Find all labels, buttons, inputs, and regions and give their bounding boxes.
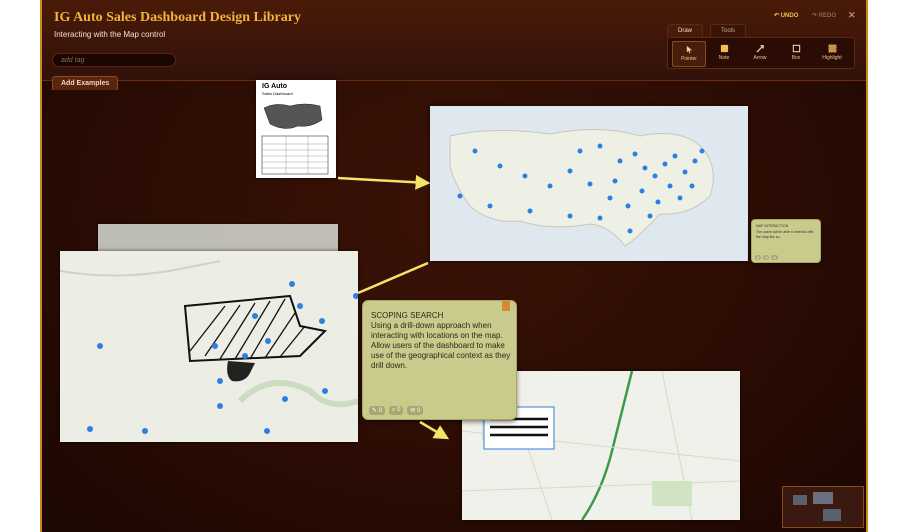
page-subtitle: Interacting with the Map control — [54, 30, 166, 39]
tool-highlight[interactable]: Highlight — [816, 41, 848, 65]
tool-note[interactable]: Note — [708, 41, 740, 65]
tab-tools[interactable]: Tools — [710, 24, 747, 37]
box-icon — [792, 44, 800, 53]
tag-input[interactable]: add tag — [52, 53, 176, 67]
connector-arrows — [337, 174, 450, 440]
redo-icon: ↷ — [812, 13, 819, 19]
page-title: IG Auto Sales Dashboard Design Library — [54, 10, 301, 25]
app-window: IG Auto Sales Dashboard Design Library I… — [40, 0, 868, 532]
note-icon — [720, 44, 728, 53]
pointer-icon — [686, 45, 692, 54]
undo-button[interactable]: ↶ UNDO — [774, 12, 798, 19]
arrow-icon — [755, 45, 764, 53]
arrow-2 — [357, 261, 429, 295]
arrow-3 — [419, 420, 450, 440]
canvas[interactable]: IG Auto Sales Dashboard MAP INTERACTION … — [42, 80, 866, 532]
redo-button[interactable]: ↷ REDO — [812, 12, 836, 19]
tool-box[interactable]: Box — [780, 41, 812, 65]
minimap[interactable] — [782, 486, 864, 528]
tool-pointer[interactable]: Pointer — [672, 41, 706, 67]
highlight-icon — [828, 44, 836, 53]
tool-arrow[interactable]: Arrow — [744, 41, 776, 65]
tab-draw[interactable]: Draw — [667, 24, 704, 37]
header-bar: IG Auto Sales Dashboard Design Library I… — [42, 0, 866, 81]
undo-icon: ↶ — [774, 13, 781, 19]
arrow-1 — [337, 174, 431, 190]
close-icon[interactable]: ✕ — [848, 10, 856, 21]
draw-toolbar: Pointer Note Arrow Box Highlight — [667, 37, 855, 69]
